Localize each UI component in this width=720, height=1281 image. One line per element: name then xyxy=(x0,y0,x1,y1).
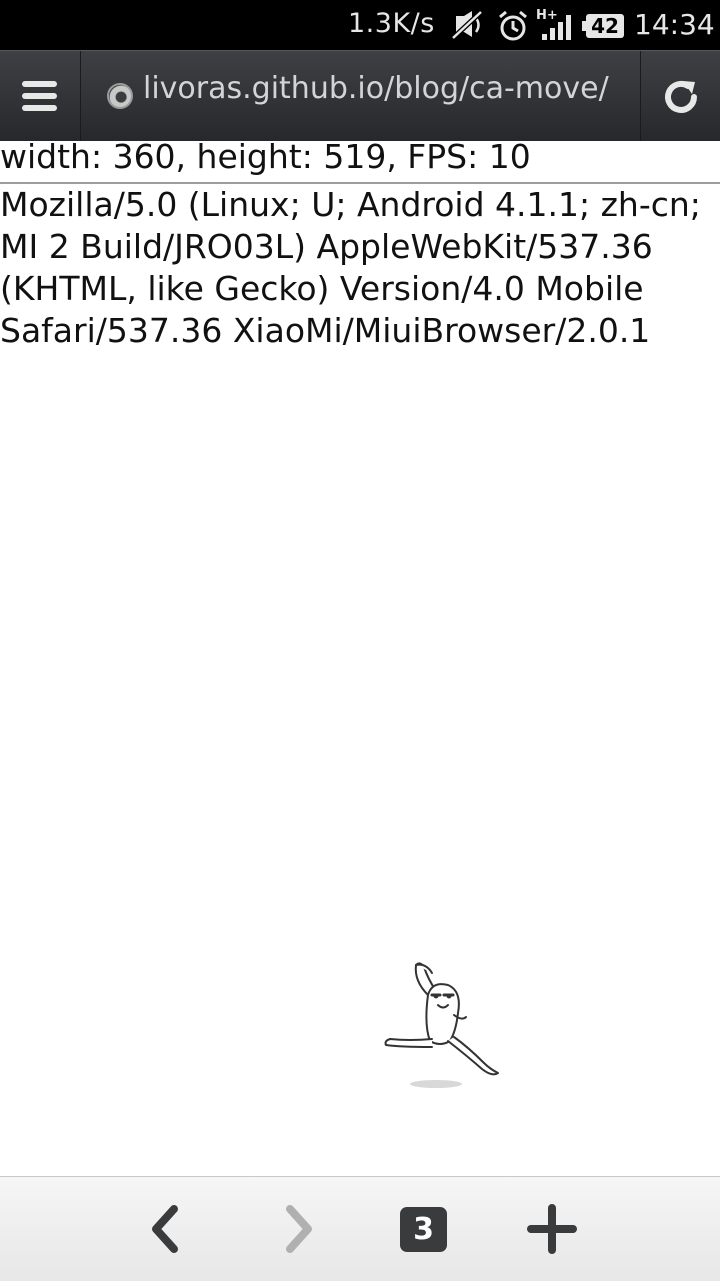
fps-info-text: width: 360, height: 519, FPS: 10 xyxy=(0,138,720,184)
tabs-button[interactable]: 3 xyxy=(400,1207,447,1252)
battery-icon: 42 xyxy=(582,14,624,38)
url-text: livoras.github.io/blog/ca-move/ xyxy=(143,71,609,106)
reload-icon xyxy=(665,81,697,113)
forward-icon xyxy=(286,1205,312,1253)
reload-button[interactable] xyxy=(640,51,720,141)
forward-button[interactable] xyxy=(268,1199,328,1259)
signal-icon xyxy=(542,15,571,40)
status-clock: 14:34 xyxy=(634,8,715,41)
bottom-nav-bar: 3 xyxy=(0,1176,720,1281)
menu-button[interactable] xyxy=(0,51,81,141)
back-icon xyxy=(152,1205,178,1253)
plus-icon xyxy=(527,1204,577,1254)
alarm-icon xyxy=(499,10,527,41)
status-bar: 1.3K/s H+ 42 14:34 xyxy=(0,0,720,50)
browser-toolbar: livoras.github.io/blog/ca-move/ xyxy=(0,50,720,141)
site-icon xyxy=(107,83,133,109)
address-bar[interactable]: livoras.github.io/blog/ca-move/ xyxy=(81,51,639,141)
network-speed: 1.3K/s xyxy=(348,8,435,39)
mute-icon xyxy=(451,10,483,40)
new-tab-button[interactable] xyxy=(522,1199,582,1259)
user-agent-text: Mozilla/5.0 (Linux; U; Android 4.1.1; zh… xyxy=(0,185,701,350)
back-button[interactable] xyxy=(136,1199,196,1259)
tab-count: 3 xyxy=(413,1212,434,1247)
running-character-sprite xyxy=(384,962,499,1088)
